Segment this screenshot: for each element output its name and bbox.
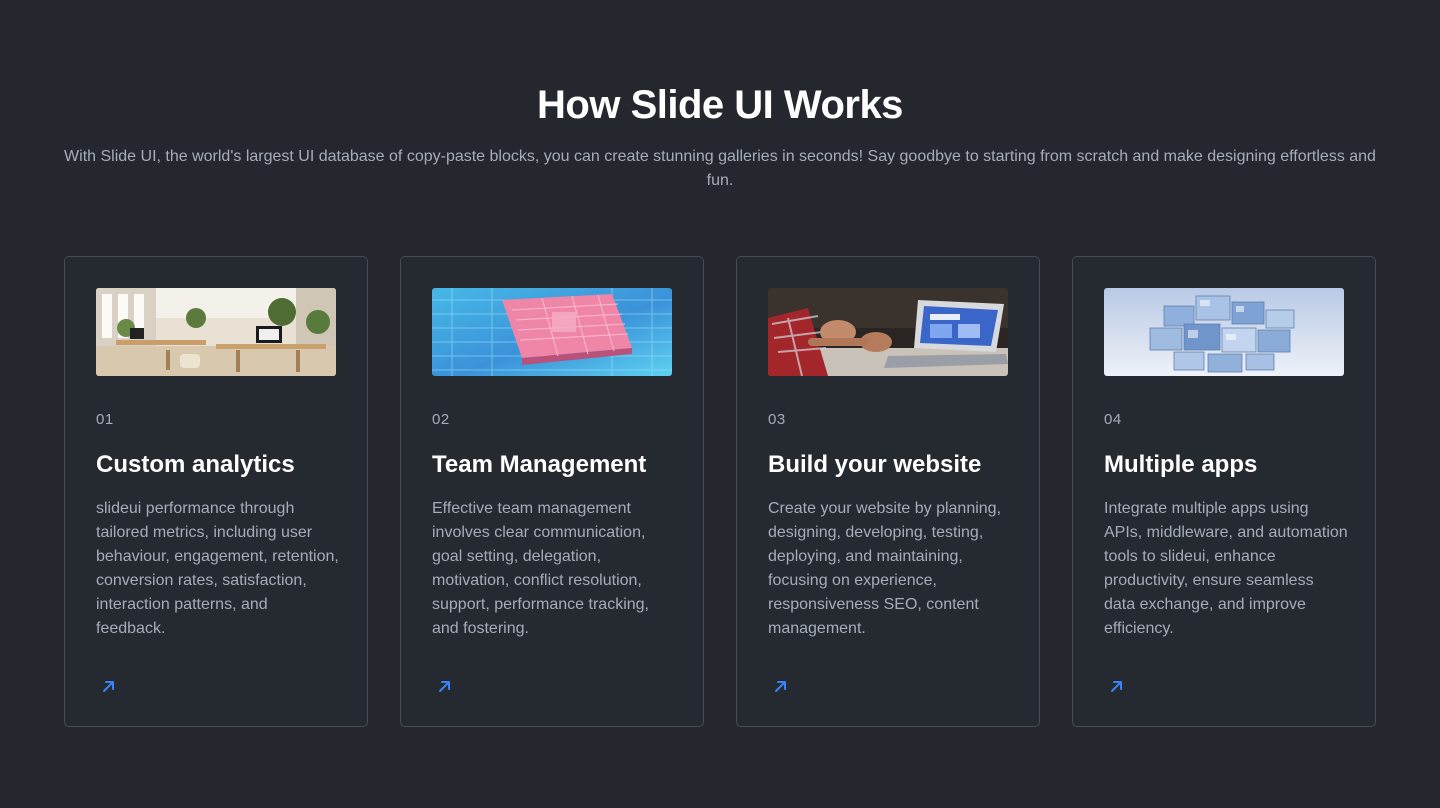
section-title: How Slide UI Works bbox=[537, 83, 903, 127]
circuit-illustration bbox=[432, 288, 672, 376]
card-title: Custom analytics bbox=[96, 451, 295, 478]
card-number: 04 bbox=[1104, 411, 1122, 428]
circuit-chip-image bbox=[432, 288, 672, 376]
arrow-up-right-icon[interactable] bbox=[770, 675, 792, 697]
cubes-illustration bbox=[1104, 288, 1344, 376]
arrow-up-right-icon[interactable] bbox=[434, 675, 456, 697]
card-number: 03 bbox=[768, 411, 786, 428]
card-description: Create your website by planning, designi… bbox=[768, 500, 1002, 637]
card-multiple-apps: 04 Multiple apps Integrate multiple apps… bbox=[1072, 256, 1376, 727]
card-description: Effective team management involves clear… bbox=[432, 500, 649, 637]
laptop-hands-image bbox=[768, 288, 1008, 376]
section-subtitle: With Slide UI, the world's largest UI da… bbox=[64, 148, 1376, 189]
arrow-up-right-icon[interactable] bbox=[1106, 675, 1128, 697]
card-title: Build your website bbox=[768, 451, 982, 478]
card-team-management: 02 Team Management Effective team manage… bbox=[400, 256, 704, 727]
stacked-cubes-image bbox=[1104, 288, 1344, 376]
card-description: slideui performance through tailored met… bbox=[96, 500, 339, 637]
card-title: Team Management bbox=[432, 451, 647, 478]
card-title: Multiple apps bbox=[1104, 451, 1258, 478]
card-custom-analytics: 01 Custom analytics slideui performance … bbox=[64, 256, 368, 727]
card-number: 01 bbox=[96, 411, 114, 428]
card-number: 02 bbox=[432, 411, 450, 428]
office-illustration bbox=[96, 288, 336, 376]
card-build-website: 03 Build your website Create your websit… bbox=[736, 256, 1040, 727]
cards-grid: 01 Custom analytics slideui performance … bbox=[64, 256, 1376, 727]
office-image bbox=[96, 288, 336, 376]
card-description: Integrate multiple apps using APIs, midd… bbox=[1104, 500, 1348, 637]
how-it-works-section: How Slide UI Works With Slide UI, the wo… bbox=[0, 0, 1440, 808]
laptop-illustration bbox=[768, 288, 1008, 376]
arrow-up-right-icon[interactable] bbox=[98, 675, 120, 697]
